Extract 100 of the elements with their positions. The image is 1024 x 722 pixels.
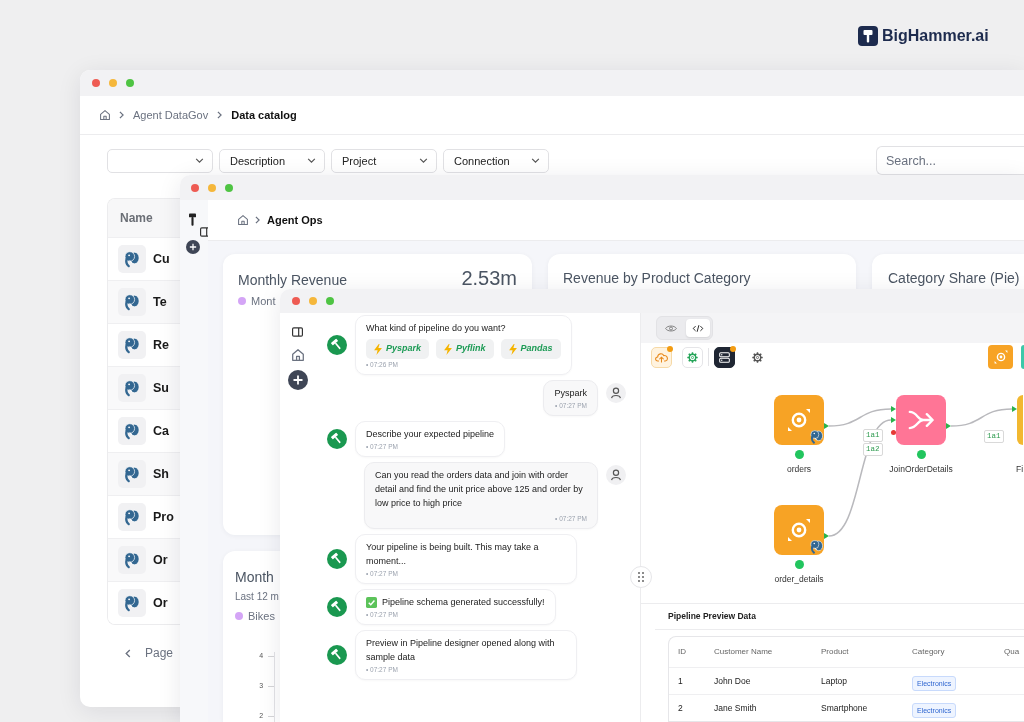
user-avatar-icon — [606, 465, 626, 485]
window-minimize-button[interactable] — [208, 183, 216, 192]
message-text: Pyspark — [554, 387, 587, 400]
filter-dropdown[interactable]: Project — [331, 148, 437, 173]
table-cell-text: John Doe — [713, 675, 752, 687]
eye-icon — [665, 323, 677, 333]
legend-label: Bikes — [248, 609, 275, 623]
table-row[interactable]: Or — [108, 538, 180, 581]
column-header: Qua — [1003, 647, 1021, 657]
window-maximize-button[interactable] — [326, 297, 334, 305]
column-header: Customer Name — [713, 647, 774, 657]
node-tile[interactable] — [896, 395, 946, 445]
breadcrumb-link[interactable]: Agent DataGov — [133, 108, 209, 122]
column-header: Name — [108, 199, 180, 237]
elephant-icon — [118, 374, 146, 402]
table-row[interactable]: Te — [108, 280, 180, 323]
window-close-button[interactable] — [191, 183, 199, 192]
legend-dot-icon — [235, 612, 243, 620]
metric-value: 2.53m — [461, 269, 517, 287]
user-avatar-icon — [606, 383, 626, 403]
table-cell: Te — [153, 294, 167, 310]
plus-icon[interactable] — [287, 370, 308, 390]
hammer-avatar-icon — [327, 429, 347, 449]
breadcrumb-current: Data catalog — [231, 108, 297, 122]
toolbar-button[interactable] — [714, 346, 735, 368]
column-header: Category — [911, 647, 946, 657]
chevron-down-icon — [419, 158, 428, 163]
window-minimize-button[interactable] — [309, 297, 317, 305]
chevron-down-icon — [531, 158, 540, 163]
filter-dropdown[interactable]: Description — [219, 148, 325, 173]
plus-icon[interactable] — [186, 240, 200, 254]
section-title: Pipeline Preview Data — [655, 604, 1024, 630]
card-title: Revenue by Product Category — [563, 269, 752, 287]
view-toggle-button[interactable] — [686, 319, 710, 337]
chevron-right-icon — [119, 111, 124, 119]
search-field[interactable]: Search... — [876, 146, 1024, 175]
legend-dot-icon — [238, 297, 246, 305]
table-cell-text: Smartphone — [820, 702, 869, 714]
message-text: Preview in Pipeline designer opened along with sample data — [366, 637, 556, 664]
card-title: Monthly Revenue — [238, 271, 347, 289]
chevron-down-icon — [307, 158, 316, 163]
elephant-icon — [118, 589, 146, 617]
legend-label: Mont — [251, 294, 276, 308]
lightning-icon — [374, 343, 382, 355]
table-cell: Su — [153, 380, 169, 396]
node-label: orders — [786, 464, 812, 475]
column-header: Product — [820, 647, 850, 657]
gear-icon — [752, 351, 763, 363]
message-text: Can you read the orders data and join with order detail and find the unit price above 125 and order by low price to high price — [375, 469, 584, 510]
connector-line — [950, 408, 1013, 427]
status-dot — [794, 560, 804, 569]
elephant-icon — [118, 503, 146, 531]
chevron-right-icon — [217, 111, 223, 119]
home-icon[interactable] — [100, 110, 110, 120]
server-icon — [719, 351, 730, 363]
card-title: Category Share (Pie) — [888, 269, 1021, 287]
table-row[interactable]: Or — [108, 581, 180, 624]
filter-dropdown[interactable]: Connection — [443, 148, 549, 173]
message-text: What kind of pipeline do you want? — [366, 322, 507, 335]
elephant-icon — [118, 288, 146, 316]
hammer-avatar-icon — [327, 335, 347, 355]
node-tile[interactable] — [1017, 395, 1023, 445]
chevron-left-icon[interactable] — [125, 648, 131, 658]
hammer-icon — [189, 213, 196, 226]
lightning-icon — [508, 343, 517, 355]
table-cell-text: 2 — [677, 702, 684, 714]
table-cell: Cu — [153, 251, 170, 267]
target-icon — [993, 350, 1008, 364]
window-minimize-button[interactable] — [109, 79, 117, 87]
home-icon[interactable] — [291, 349, 304, 361]
table-cell: Ca — [153, 423, 169, 439]
table-cell-text: Jane Smith — [713, 702, 758, 714]
hammer-avatar-icon — [327, 549, 347, 569]
merge-arrow-icon — [908, 410, 934, 430]
table-cell: Or — [153, 595, 168, 611]
chevron-down-icon — [195, 158, 204, 163]
table-row[interactable]: Sh — [108, 452, 180, 495]
elephant-icon — [118, 417, 146, 445]
node-tile[interactable] — [774, 505, 824, 555]
window-maximize-button[interactable] — [126, 79, 134, 87]
hammer-avatar-icon — [327, 597, 347, 617]
elephant-icon — [118, 546, 146, 574]
status-dot — [916, 450, 926, 459]
window-close-button[interactable] — [292, 297, 300, 305]
resize-handle[interactable] — [630, 566, 652, 588]
hammer-avatar-icon — [327, 645, 347, 665]
message-text: Your pipeline is being built. This may take a moment... — [366, 541, 540, 568]
code-icon — [692, 323, 704, 333]
table-row[interactable]: Su — [108, 366, 180, 409]
home-icon[interactable] — [238, 215, 248, 225]
card-title: Month — [235, 568, 275, 586]
brand-name: BigHammer.ai — [882, 26, 989, 46]
status-dot — [794, 450, 804, 459]
elephant-icon — [810, 540, 823, 554]
elephant-icon — [118, 460, 146, 488]
sidebar-toggle-icon[interactable] — [292, 327, 303, 337]
window-maximize-button[interactable] — [225, 183, 233, 192]
node-tile[interactable] — [774, 395, 824, 445]
window-close-button[interactable] — [92, 79, 100, 87]
table-cell: Pro — [153, 509, 174, 525]
